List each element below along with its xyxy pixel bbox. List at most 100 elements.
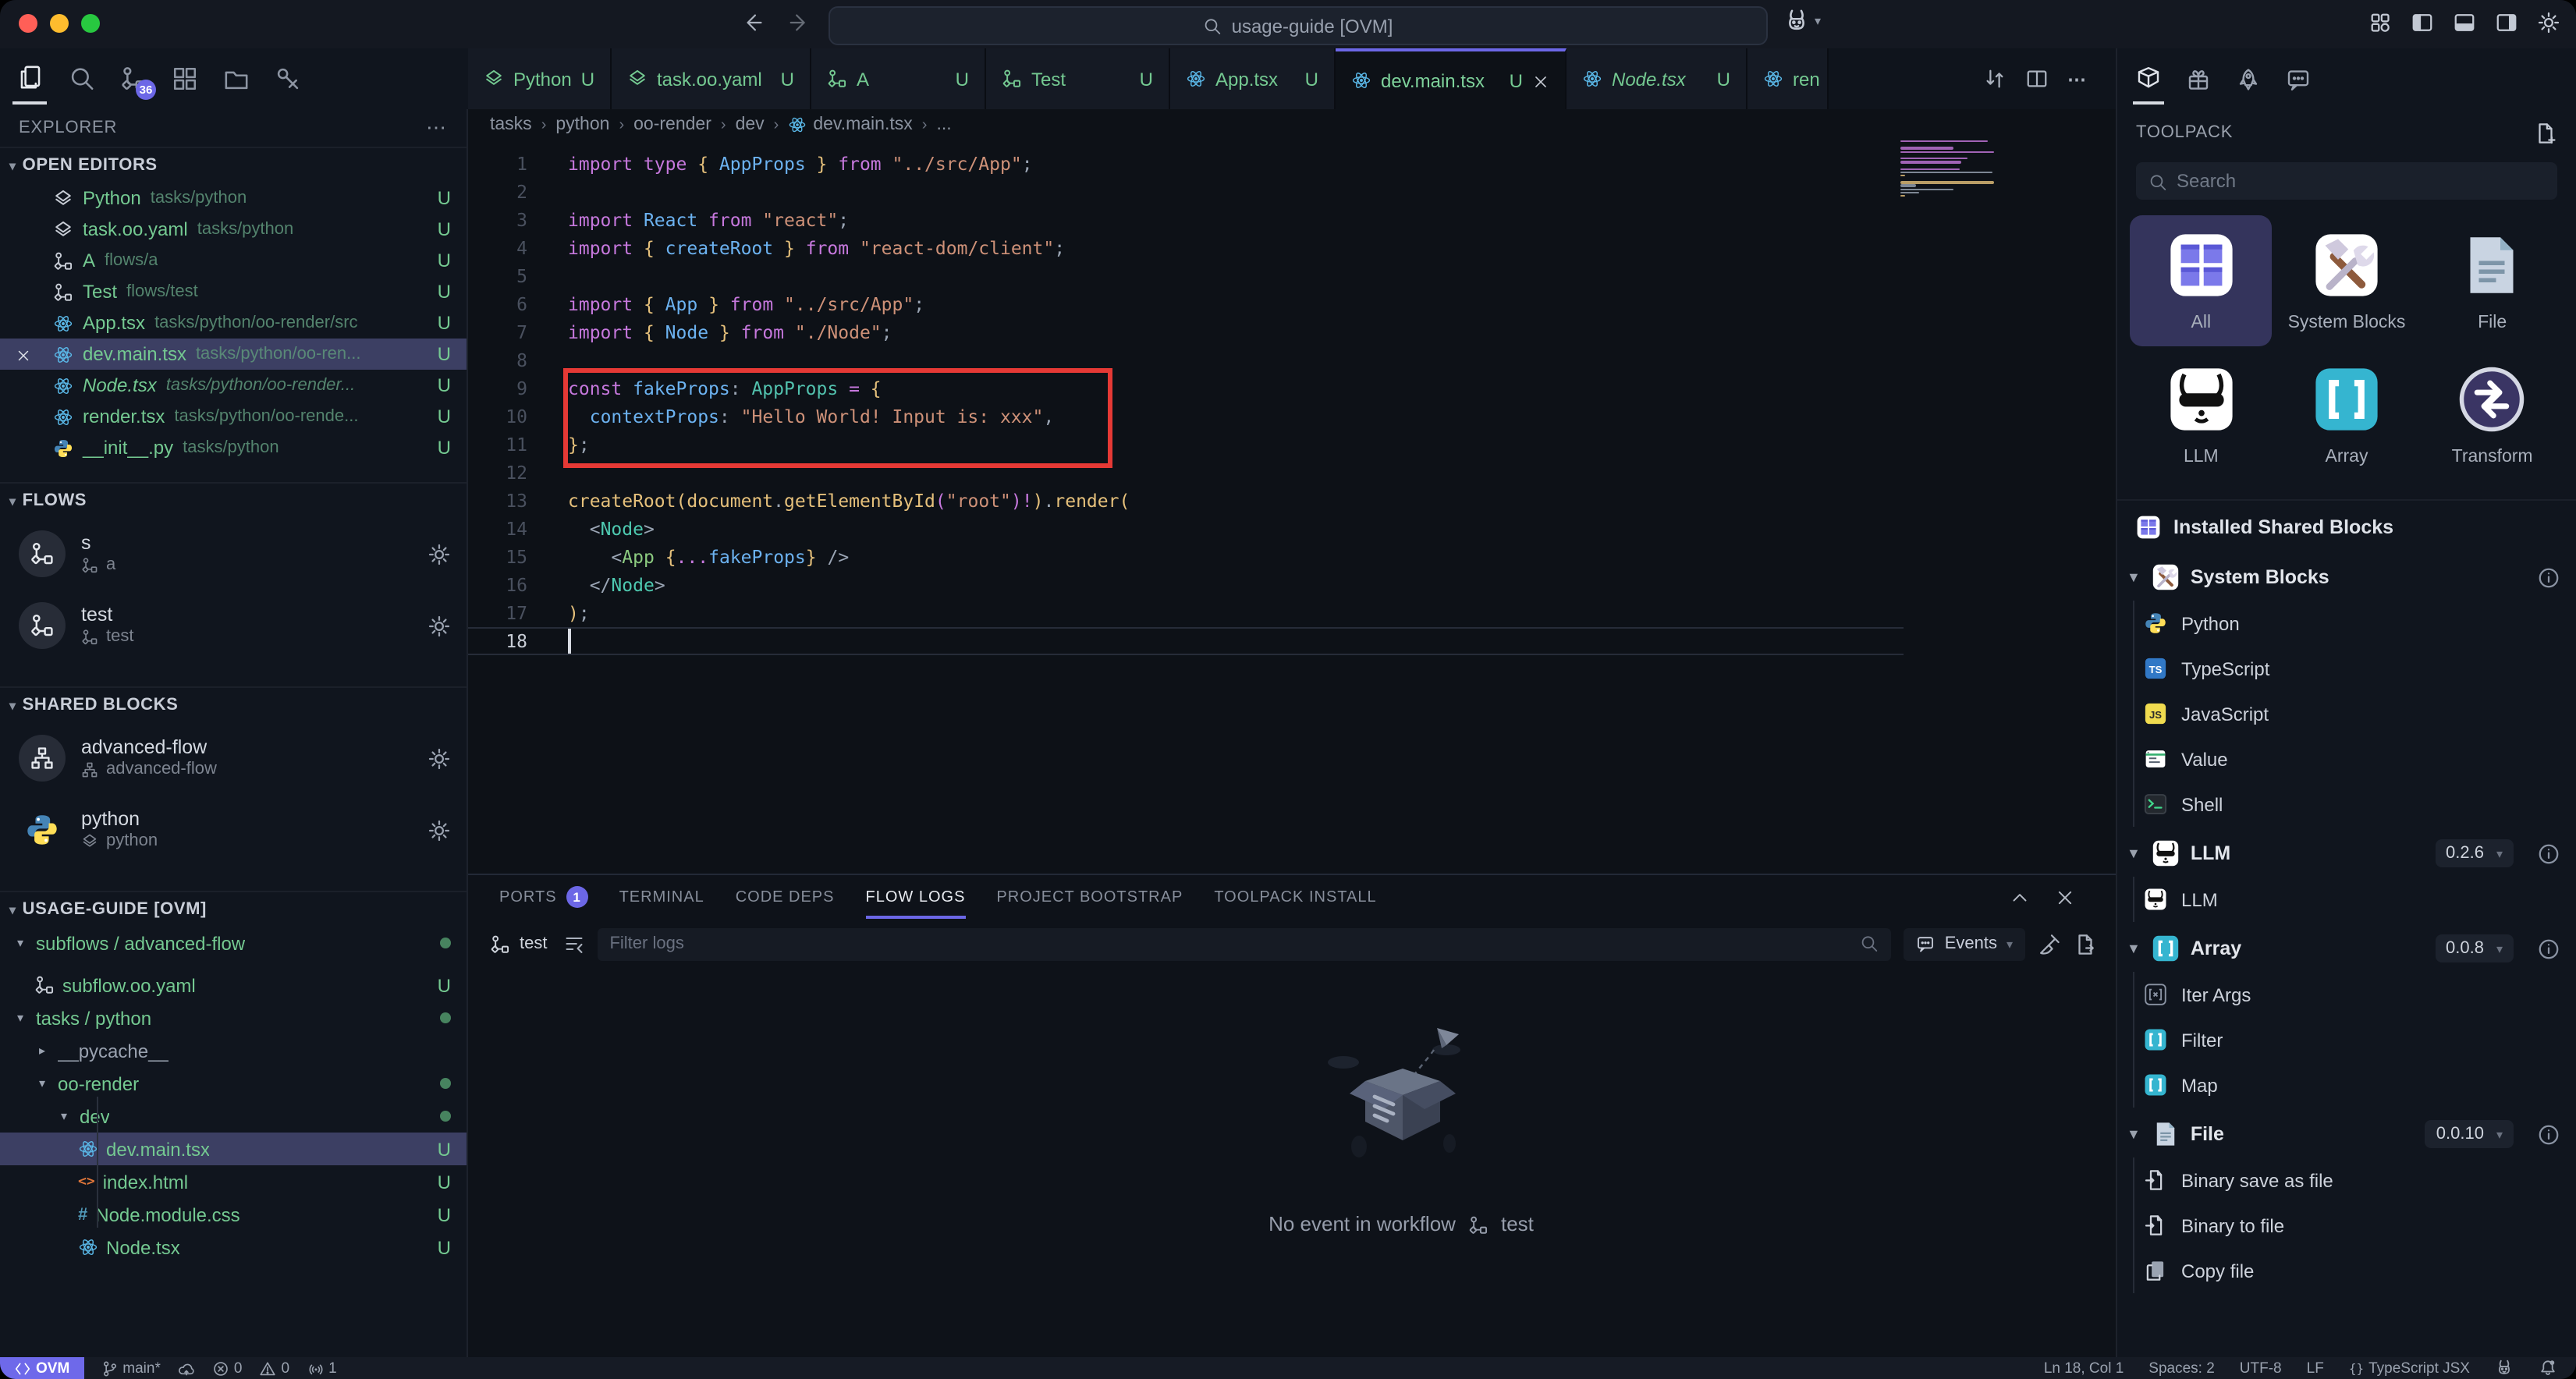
panelL-button[interactable] (2411, 11, 2434, 35)
open-editor-Test[interactable]: Testflows/testU (0, 276, 467, 307)
tab-Test[interactable]: TestU (986, 48, 1170, 109)
tree-item-Node.module.css[interactable]: #Node.module.cssU (0, 1198, 467, 1231)
ovm-assistant-button[interactable]: ▾ (1783, 8, 1821, 34)
block-map[interactable]: Map (2134, 1062, 2576, 1108)
minimap[interactable] (1900, 140, 2000, 197)
status-1[interactable]: 1 (307, 1360, 337, 1377)
panel-tab-terminal[interactable]: TERMINAL (619, 875, 704, 919)
block-typescript[interactable]: TSTypeScript (2134, 646, 2576, 691)
code-editor[interactable]: tasks›python›oo-render›dev› dev.main.tsx… (468, 109, 2116, 874)
status-lf[interactable]: LF (2307, 1360, 2324, 1377)
block-javascript[interactable]: JSJavaScript (2134, 691, 2576, 736)
breadcrumb-item-python[interactable]: python (555, 115, 609, 134)
block-filter[interactable]: Filter (2134, 1017, 2576, 1062)
rightbar-rocket-tab[interactable] (2233, 55, 2264, 102)
export-logs-icon[interactable] (2074, 932, 2097, 956)
block-shell[interactable]: Shell (2134, 782, 2576, 827)
activity-key-button[interactable] (270, 55, 304, 102)
split-editor-button[interactable] (2025, 67, 2049, 91)
tree-item-dev[interactable]: ▾dev (0, 1100, 467, 1133)
gear-icon[interactable] (428, 542, 451, 566)
open-editor-App.tsx[interactable]: App.tsxtasks/python/oo-render/srcU (0, 307, 467, 339)
open-editor-Node.tsx[interactable]: Node.tsxtasks/python/oo-render...U (0, 370, 467, 401)
shared-blocks-section-header[interactable]: ▾SHARED BLOCKS (0, 686, 467, 722)
zoom-window-button[interactable] (81, 14, 100, 33)
gear-button[interactable] (2537, 11, 2560, 35)
status-rabbit[interactable] (2495, 1359, 2514, 1377)
minimize-window-button[interactable] (50, 14, 69, 33)
editor-more-actions-button[interactable]: ⋯ (2067, 67, 2088, 90)
block-llm[interactable]: LLM (2134, 877, 2576, 922)
usage-guide-section-header[interactable]: ▾USAGE-GUIDE [OVM] (0, 891, 467, 927)
toolpack-search-input[interactable]: Search (2136, 162, 2557, 200)
filter-logs-input[interactable]: Filter logs (597, 927, 1891, 960)
block-binary-save-as-file[interactable]: Binary save as file (2134, 1157, 2576, 1203)
block-group-file[interactable]: ▼File0.0.10▾ (2117, 1111, 2576, 1157)
block-python[interactable]: Python (2134, 601, 2576, 646)
status-ovm[interactable]: OVM (0, 1357, 83, 1379)
activity-folder-button[interactable] (218, 55, 253, 102)
open-editor-Python[interactable]: Pythontasks/pythonU (0, 183, 467, 214)
breadcrumb-item-dev[interactable]: dev (736, 115, 765, 134)
toolpack-tile-transform[interactable]: Transform (2421, 349, 2564, 480)
close-panel-button[interactable] (2055, 887, 2075, 907)
tree-item-Node.tsx[interactable]: Node.tsxU (0, 1231, 467, 1264)
tab-A[interactable]: AU (811, 48, 986, 109)
breadcrumb-item-oo-render[interactable]: oo-render (633, 115, 711, 134)
info-icon[interactable] (2537, 842, 2560, 865)
block-copy-file[interactable]: Copy file (2134, 1248, 2576, 1293)
panel-tab-code-deps[interactable]: CODE DEPS (736, 875, 835, 919)
open-editor-render.tsx[interactable]: render.tsxtasks/python/oo-rende...U (0, 401, 467, 432)
tab-App.tsx[interactable]: App.tsxU (1170, 48, 1336, 109)
tree-item-index.html[interactable]: <>index.htmlU (0, 1165, 467, 1198)
tree-item-dev.main.tsx[interactable]: dev.main.tsxU (0, 1133, 467, 1165)
back-arrow-icon[interactable] (743, 11, 766, 35)
breadcrumb-item-tasks[interactable]: tasks (490, 115, 532, 134)
info-icon[interactable] (2537, 937, 2560, 960)
activity-files-button[interactable] (12, 54, 47, 104)
shared-blocks-item-advanced-flow[interactable]: advanced-flowadvanced-flow (0, 722, 467, 794)
status-cloudup[interactable] (178, 1360, 195, 1377)
status-main[interactable]: main* (101, 1360, 161, 1377)
status-utf8[interactable]: UTF-8 (2240, 1360, 2282, 1377)
panel-tab-project-bootstrap[interactable]: PROJECT BOOTSTRAP (996, 875, 1183, 919)
status-0[interactable]: 0 (212, 1360, 243, 1377)
tab-ren[interactable]: ren (1747, 48, 1829, 109)
toolpack-tile-llm[interactable]: LLM (2130, 349, 2273, 480)
command-center-search[interactable]: usage-guide [OVM] (829, 6, 1768, 45)
gear-icon[interactable] (428, 746, 451, 771)
tree-item-oo-render[interactable]: ▾oo-render (0, 1067, 467, 1100)
grid4-button[interactable] (2368, 11, 2392, 35)
tree-item-subflows/advanced-flow[interactable]: ▾subflows / advanced-flow (0, 927, 467, 959)
tree-item-tasks/python[interactable]: ▾tasks / python (0, 1001, 467, 1034)
block-binary-to-file[interactable]: Binary to file (2134, 1203, 2576, 1248)
compare-changes-button[interactable] (1983, 67, 2007, 91)
forward-arrow-icon[interactable] (788, 11, 811, 35)
toolpack-tile-system-blocks[interactable]: System Blocks (2276, 215, 2418, 346)
panel-tab-ports[interactable]: PORTS1 (499, 875, 588, 919)
flows-item-test[interactable]: testtest (0, 590, 467, 661)
rightbar-chat-tab[interactable] (2283, 55, 2314, 102)
open-editor-A[interactable]: Aflows/aU (0, 245, 467, 276)
tab-Node.tsx[interactable]: Node.tsxU (1567, 48, 1747, 109)
activity-search-button[interactable] (64, 55, 98, 102)
more-icon[interactable]: ⋯ (426, 115, 448, 140)
panel-tab-toolpack-install[interactable]: TOOLPACK INSTALL (1214, 875, 1376, 919)
version-dropdown[interactable]: 0.2.6▾ (2435, 839, 2514, 867)
flows-item-s[interactable]: sa (0, 518, 467, 590)
status-spaces2[interactable]: Spaces: 2 (2148, 1360, 2215, 1377)
panelR-button[interactable] (2495, 11, 2518, 35)
open-editor-task.oo.yaml[interactable]: task.oo.yamltasks/pythonU (0, 214, 467, 245)
version-dropdown[interactable]: 0.0.8▾ (2435, 934, 2514, 962)
rightbar-box-tab[interactable] (2133, 54, 2164, 104)
flows-section-header[interactable]: ▾FLOWS (0, 482, 467, 518)
flow-selector[interactable]: test (490, 933, 584, 955)
open-editor-__init__.py[interactable]: __init__.pytasks/pythonU (0, 432, 467, 463)
tab-Python[interactable]: PythonU (468, 48, 612, 109)
gear-icon[interactable] (428, 614, 451, 638)
block-group-system-blocks[interactable]: ▼System Blocks (2117, 554, 2576, 601)
panel-tab-flow-logs[interactable]: FLOW LOGS (866, 875, 966, 919)
tree-item-__pycache__[interactable]: ▸__pycache__ (0, 1034, 467, 1067)
open-editor-dev.main.tsx[interactable]: dev.main.tsxtasks/python/oo-ren...U (0, 339, 467, 370)
tab-dev.main.tsx[interactable]: dev.main.tsxU (1336, 48, 1567, 109)
